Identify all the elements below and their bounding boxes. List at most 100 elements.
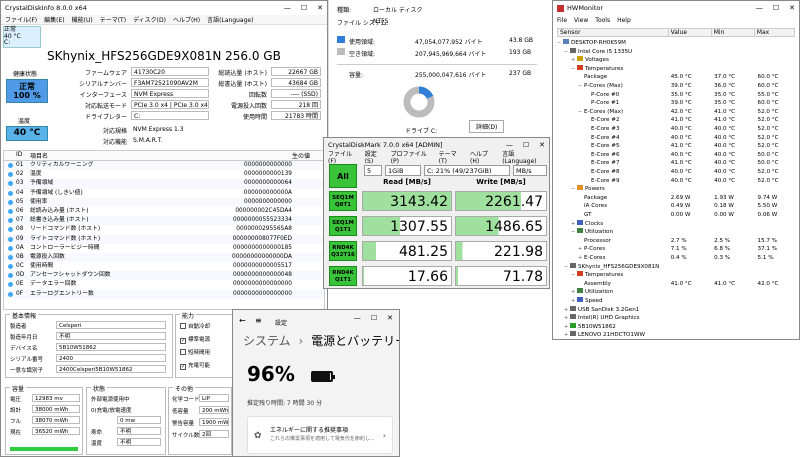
detail-button[interactable]: 詳細(D) <box>469 120 505 133</box>
menu-item[interactable]: ヘルプ(H) <box>173 15 200 24</box>
menu-item[interactable]: ファイル(F) <box>5 15 37 24</box>
breadcrumb-system[interactable]: システム <box>243 334 291 348</box>
sensor-row[interactable]: Package 2.69 W 1.93 W 9.74 W <box>557 194 795 203</box>
unit-select[interactable]: MB/s <box>513 165 547 176</box>
maximize-icon[interactable]: ☐ <box>773 4 779 12</box>
size-select[interactable]: 1GiB <box>385 165 421 176</box>
menu-item[interactable]: 設定(S) <box>365 149 384 165</box>
menu-item[interactable]: 言語(Language) <box>502 149 545 165</box>
sensor-row[interactable]: P-Core #1 39.0 °C 35.0 °C 60.0 °C <box>557 99 795 108</box>
sensor-row[interactable]: E-Core #9 40.0 °C 40.0 °C 52.0 °C <box>557 177 795 186</box>
sensor-row[interactable]: Processor 2.7 % 2.5 % 15.7 % <box>557 237 795 246</box>
sensor-row[interactable]: E-Core #8 40.0 °C 40.0 °C 52.0 °C <box>557 168 795 177</box>
smart-row[interactable]: 04 予備領域 (しきい値) 000000000000A <box>4 189 324 198</box>
sensor-row[interactable]: IA Cores 0.49 W 0.18 W 5.50 W <box>557 202 795 211</box>
sensor-min: 36.0 °C <box>714 83 736 89</box>
col-min[interactable]: Min <box>712 29 755 36</box>
benchmark-button-2[interactable]: RND4K Q32T16 <box>329 241 357 261</box>
sensor-row[interactable]: Package 45.0 °C 37.0 °C 60.0 °C <box>557 73 795 82</box>
sensor-row[interactable]: + LENOVO 21HDCTO1WW <box>557 331 795 339</box>
menu-item[interactable]: File <box>557 17 567 24</box>
menu-item[interactable]: テーマ(T) <box>439 149 463 165</box>
sensor-row[interactable]: − SKhynix_HFS256GDE9X081N <box>557 262 795 272</box>
sensor-max: 9.74 W <box>757 194 778 201</box>
menu-icon[interactable]: ≡ <box>255 316 262 325</box>
col-max[interactable]: Max <box>755 29 794 36</box>
energy-recommendation-card[interactable]: ✿ エネルギーに関する推奨事項 これらの推奨事項を適用して電気代を節約し... … <box>247 416 393 454</box>
smart-row[interactable]: 06 総読み込み量 (ホスト) 000000002C45DA4 <box>4 207 324 216</box>
sensor-row[interactable]: + USB SanDisk 3.2Gen1 <box>557 305 795 315</box>
sensor-row[interactable]: − Intel Core i5 1335U <box>557 47 795 57</box>
maximize-icon[interactable]: ☐ <box>301 4 307 12</box>
drive-select[interactable]: C: 21% (49/237GiB) <box>424 165 510 176</box>
menu-item[interactable]: ディスク(D) <box>133 15 166 24</box>
sensor-row[interactable]: + Utilization <box>557 288 795 297</box>
minimize-icon[interactable]: — <box>354 314 361 322</box>
smart-row[interactable]: 05 使用率 0000000000000 <box>4 197 324 207</box>
sensor-row[interactable]: Assembly 41.0 °C 41.0 °C 42.0 °C <box>557 280 795 289</box>
sensor-row[interactable]: E-Core #4 40.0 °C 40.0 °C 52.0 °C <box>557 134 795 143</box>
benchmark-button-3[interactable]: RND4K Q1T1 <box>329 266 357 286</box>
menu-item[interactable]: ファイル(F) <box>328 149 358 165</box>
count-select[interactable]: 5 <box>364 165 382 176</box>
sensor-row[interactable]: + Voltages <box>557 56 795 65</box>
smart-row[interactable]: 0C 使用時間 0000000000005517 <box>4 262 324 271</box>
menu-item[interactable]: ヘルプ(H) <box>470 149 495 165</box>
smart-row[interactable]: 01 クリティカルワーニング 0000000000000 <box>4 161 324 171</box>
col-sensor[interactable]: Sensor <box>558 29 669 36</box>
menu-item[interactable]: Help <box>617 17 631 24</box>
menu-item[interactable]: プロファイル(P) <box>391 149 432 165</box>
benchmark-button-0[interactable]: SEQ1M Q8T1 <box>329 191 357 211</box>
sensor-row[interactable]: − Utilization <box>557 228 795 237</box>
smart-row[interactable]: 08 リードコマンド数 (ホスト) 000000029556SA8 <box>4 225 324 234</box>
sensor-row[interactable]: P-Core #0 35.0 °C 35.0 °C 55.0 °C <box>557 91 795 100</box>
maximize-icon[interactable]: ☐ <box>523 141 529 149</box>
sensor-row[interactable]: − E-Cores (Max) 42.0 °C 41.0 °C 52.0 °C <box>557 108 795 117</box>
sensor-row[interactable]: E-Core #5 41.0 °C 40.0 °C 52.0 °C <box>557 142 795 151</box>
sensor-row[interactable]: − P-Cores (Max) 39.0 °C 36.0 °C 60.0 °C <box>557 82 795 91</box>
sensor-row[interactable]: E-Core #2 41.0 °C 41.0 °C 52.0 °C <box>557 116 795 125</box>
smart-row[interactable]: 03 予備領域 0000000000064 <box>4 179 324 189</box>
sensor-row[interactable]: − Temperatures <box>557 271 795 280</box>
smart-row[interactable]: 02 温度 0000000000139 <box>4 170 324 179</box>
sensor-row[interactable]: + Clocks <box>557 219 795 229</box>
sensor-row[interactable]: +5B10W51862 <box>557 322 795 332</box>
sensor-row[interactable]: E-Core #3 40.0 °C 40.0 °C 52.0 °C <box>557 125 795 134</box>
menu-item[interactable]: Tools <box>595 17 610 24</box>
sensor-row[interactable]: GT 0.00 W 0.00 W 0.06 W <box>557 211 795 220</box>
sensor-row[interactable]: − Temperatures <box>557 64 795 74</box>
drive-selector-c[interactable]: 正常 40 °C C: <box>3 26 41 48</box>
menu-item[interactable]: 言語(Language) <box>207 15 253 24</box>
maximize-icon[interactable]: ☐ <box>371 314 377 322</box>
menu-item[interactable]: View <box>574 17 588 24</box>
sensor-row[interactable]: E-Core #7 41.0 °C 40.0 °C 50.0 °C <box>557 159 795 168</box>
menu-item[interactable]: 編集(E) <box>44 15 64 24</box>
smart-row[interactable]: 0D アンセーフシャットダウン回数 0000000000000048 <box>4 271 324 281</box>
smart-row[interactable]: 07 総書き込み量 (ホスト) 0000000055523334 <box>4 216 324 226</box>
back-icon[interactable]: ← <box>239 316 246 325</box>
sensor-row[interactable]: + P-Cores 7.1 % 6.8 % 37.1 % <box>557 245 795 254</box>
smart-row[interactable]: 0E データエラー回数 0000000000000000 <box>4 280 324 289</box>
minimize-icon[interactable]: — <box>756 4 763 12</box>
menu-item[interactable]: 機能(U) <box>72 15 93 24</box>
sensor-row[interactable]: + Speed <box>557 297 795 306</box>
minimize-icon[interactable]: — <box>284 4 291 12</box>
benchmark-button-1[interactable]: SEQ1M Q1T1 <box>329 216 357 236</box>
close-icon[interactable]: ✕ <box>789 4 795 12</box>
minimize-icon[interactable]: — <box>506 141 513 149</box>
close-icon[interactable]: ✕ <box>317 4 323 12</box>
smart-row[interactable]: 09 ライトコマンド数 (ホスト) 000000008077F0ED <box>4 234 324 244</box>
sensor-row[interactable]: − DESKTOP-RH0K59M <box>557 39 795 48</box>
close-icon[interactable]: ✕ <box>387 314 393 322</box>
smart-row[interactable]: 0A コントローラービジー時間 0000000000000185 <box>4 244 324 253</box>
sensor-row[interactable]: − Powers <box>557 185 795 194</box>
sensor-row[interactable]: + Intel(R) UHD Graphics <box>557 314 795 323</box>
sensor-row[interactable]: E-Core #6 40.0 °C 40.0 °C 50.0 °C <box>557 151 795 160</box>
sensor-row[interactable]: + E-Cores 0.4 % 0.3 % 5.1 % <box>557 254 795 263</box>
menu-item[interactable]: テーマ(T) <box>100 15 126 24</box>
close-icon[interactable]: ✕ <box>539 141 545 149</box>
smart-row[interactable]: 0F エラーログエントリー数 0000000000000000 <box>4 289 324 299</box>
col-value[interactable]: Value <box>669 29 712 36</box>
run-all-button[interactable]: All <box>329 164 357 188</box>
smart-row[interactable]: 0B 電源投入回数 00000000000000DA <box>4 252 324 263</box>
